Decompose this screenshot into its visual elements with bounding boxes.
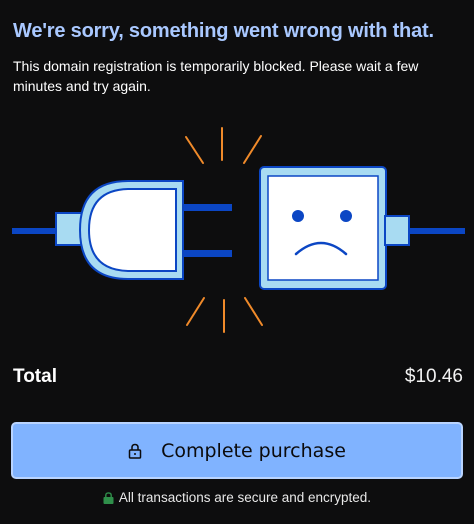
- error-message: This domain registration is temporarily …: [13, 58, 419, 94]
- spark-top-icon: [185, 127, 262, 164]
- order-total-row: Total $10.46: [13, 366, 463, 390]
- complete-purchase-label: Complete purchase: [161, 439, 346, 462]
- lock-icon: [128, 443, 142, 459]
- socket-connector-icon: [384, 215, 410, 246]
- plug-head-inner: [87, 188, 177, 272]
- socket-face: [267, 175, 379, 281]
- right-cable: [409, 228, 465, 234]
- plug-prong-bottom: [183, 250, 232, 257]
- unplugged-illustration: [12, 127, 465, 333]
- total-label: Total: [13, 366, 57, 387]
- complete-purchase-button[interactable]: Complete purchase: [11, 422, 463, 479]
- total-value: $10.46: [404, 366, 463, 387]
- secure-lock-icon: [103, 491, 114, 504]
- spark-bottom-icon: [186, 297, 263, 333]
- left-cable: [12, 228, 58, 234]
- secure-transactions-note: All transactions are secure and encrypte…: [0, 490, 474, 505]
- secure-transactions-text: All transactions are secure and encrypte…: [118, 490, 372, 505]
- socket-eye-right-icon: [340, 210, 352, 222]
- plug-prong-top: [183, 204, 232, 211]
- socket-eye-left-icon: [292, 210, 304, 222]
- error-title: We're sorry, something went wrong with t…: [13, 20, 434, 42]
